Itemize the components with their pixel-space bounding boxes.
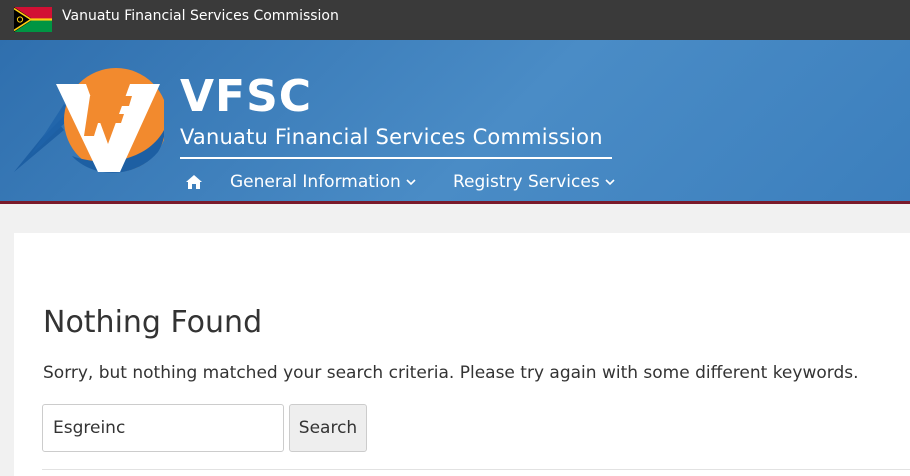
content-divider <box>42 469 910 470</box>
chevron-down-icon <box>406 178 416 185</box>
chevron-down-icon <box>605 178 615 185</box>
topbar-title: Vanuatu Financial Services Commission <box>62 8 339 24</box>
home-icon[interactable] <box>185 174 203 190</box>
site-header: VFSC Vanuatu Financial Services Commissi… <box>0 40 910 201</box>
top-bar: Vanuatu Financial Services Commission <box>0 0 910 40</box>
nav-registry-services-label: Registry Services <box>453 172 600 192</box>
nav-general-information-label: General Information <box>230 172 401 192</box>
vanuatu-flag-icon <box>14 7 52 32</box>
main-content: Nothing Found Sorry, but nothing matched… <box>14 233 910 476</box>
header-accent-line <box>0 201 910 204</box>
nav-general-information[interactable]: General Information <box>230 171 416 193</box>
search-input[interactable] <box>42 404 284 452</box>
brand-name: VFSC <box>180 71 313 122</box>
brand-divider <box>180 157 612 159</box>
search-button[interactable]: Search <box>289 404 367 452</box>
page-title: Nothing Found <box>43 305 263 340</box>
nav-registry-services[interactable]: Registry Services <box>453 171 615 193</box>
no-results-message: Sorry, but nothing matched your search c… <box>43 363 859 383</box>
vfsc-logo-icon[interactable] <box>12 60 164 184</box>
brand-subtitle: Vanuatu Financial Services Commission <box>180 125 603 149</box>
